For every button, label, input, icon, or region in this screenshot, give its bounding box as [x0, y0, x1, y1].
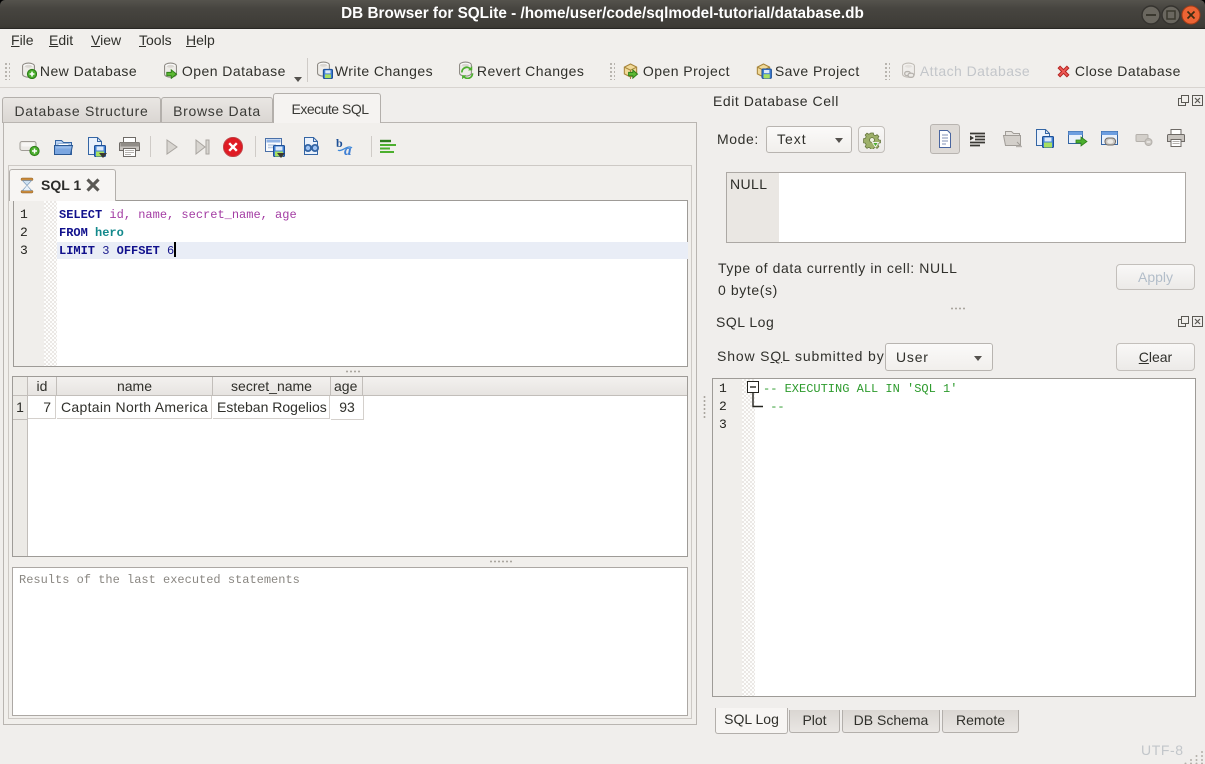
svg-text:a: a — [344, 143, 352, 158]
svg-text:b: b — [336, 136, 343, 150]
